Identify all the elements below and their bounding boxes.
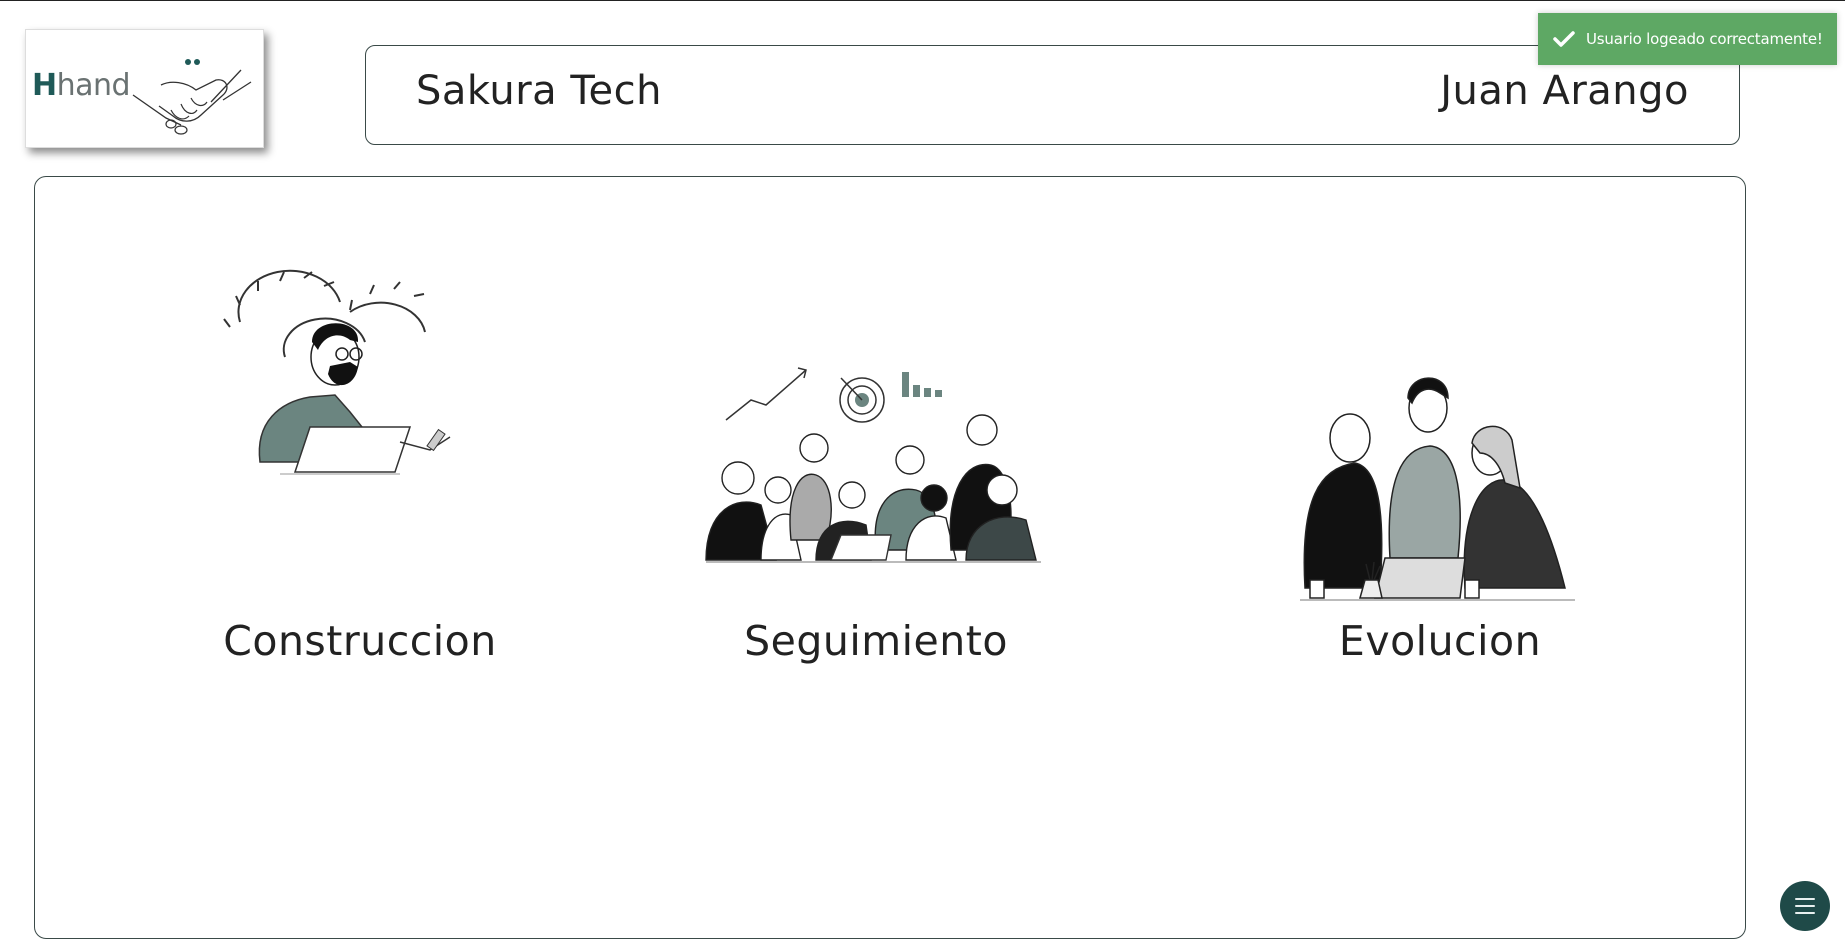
company-name: Sakura Tech bbox=[416, 68, 662, 114]
card-seguimiento[interactable]: Seguimiento bbox=[666, 240, 1086, 665]
success-toast[interactable]: Usuario logeado correctamente! bbox=[1538, 13, 1837, 65]
card-label: Seguimiento bbox=[744, 617, 1008, 665]
hamburger-menu-icon bbox=[1795, 898, 1815, 914]
check-icon bbox=[1553, 31, 1575, 47]
team-collaboration-illustration bbox=[1300, 377, 1575, 601]
toast-message: Usuario logeado correctamente! bbox=[1586, 30, 1823, 48]
logo-text: Hhand bbox=[32, 68, 131, 103]
menu-button[interactable] bbox=[1780, 881, 1830, 931]
handshake-icon bbox=[132, 59, 252, 135]
developer-with-gears-illustration bbox=[223, 269, 451, 475]
app-logo[interactable]: Hhand bbox=[25, 29, 264, 148]
team-meeting-illustration bbox=[705, 367, 1041, 563]
top-border-line bbox=[0, 0, 1845, 1]
card-label: Evolucion bbox=[1338, 617, 1542, 665]
header-bar: Sakura Tech Juan Arango bbox=[365, 45, 1740, 145]
card-label: Construccion bbox=[223, 617, 497, 665]
user-name[interactable]: Juan Arango bbox=[1440, 68, 1689, 114]
card-evolucion[interactable]: Evolucion bbox=[1290, 258, 1590, 665]
card-construccion[interactable]: Construccion bbox=[200, 262, 520, 665]
